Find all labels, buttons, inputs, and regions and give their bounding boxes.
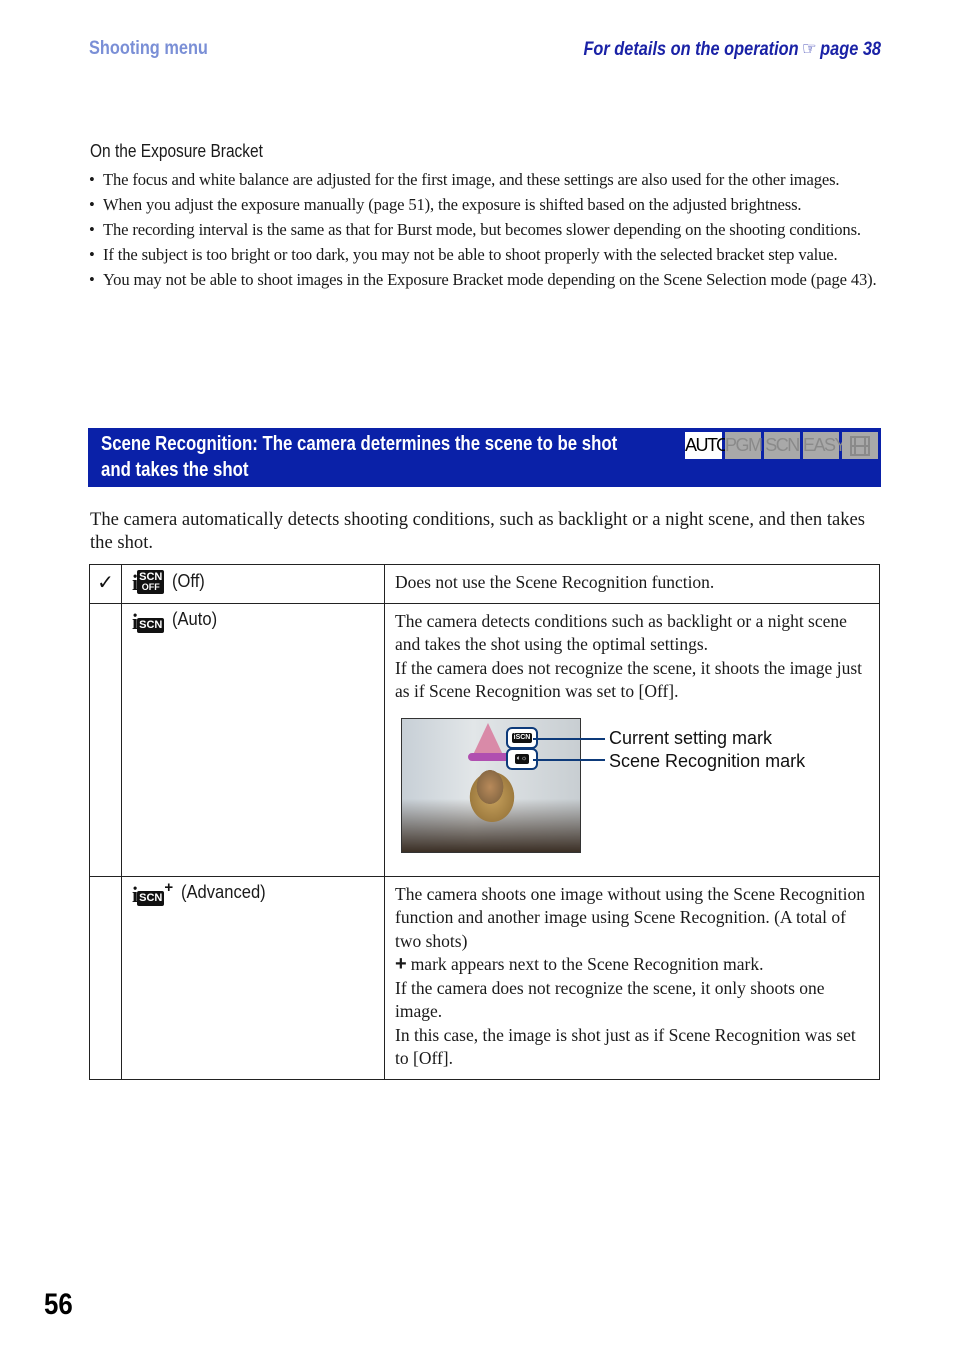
movie-icon	[842, 432, 878, 459]
iscn-auto-icon: i SCN	[132, 608, 165, 634]
callout-scene-recognition: Scene Recognition mark	[609, 750, 806, 771]
note-bullet: The recording interval is the same as th…	[89, 219, 884, 240]
mode-pgm: PGM	[725, 432, 763, 459]
description-line: The camera shoots one image without usin…	[395, 883, 865, 951]
mode-scn: SCN	[764, 432, 800, 459]
note-bullet-list: The focus and white balance are adjusted…	[89, 169, 884, 294]
description-line: The camera detects conditions such as ba…	[395, 610, 847, 655]
note-bullet: If the subject is too bright or too dark…	[89, 244, 884, 265]
option-description: The camera shoots one image without usin…	[384, 875, 880, 1080]
checkmark-icon: ✓	[97, 572, 114, 594]
banner-title: Scene Recognition: The camera determines…	[101, 431, 618, 483]
details-link[interactable]: For details on the operation ☞ page 38	[583, 38, 881, 61]
pointing-hand-icon: ☞	[802, 39, 817, 60]
callout-leader	[533, 737, 605, 740]
details-page: page 38	[820, 39, 881, 60]
page-number: 56	[44, 1288, 73, 1321]
callout-current-setting: Current setting mark	[609, 727, 773, 748]
option-cell: i SCN + (Advanced)	[121, 875, 385, 1080]
option-label: (Auto)	[172, 609, 218, 630]
option-description: The camera detects conditions such as ba…	[384, 602, 880, 877]
option-description: Does not use the Scene Recognition funct…	[384, 564, 880, 604]
options-table: ✓ i SCN OFF (Off) Does not use the Scene Re…	[89, 564, 880, 1080]
mode-easy: EASY	[803, 432, 847, 459]
description-line: + mark appears next to the Scene Recognit…	[395, 953, 764, 975]
note-bullet: You may not be able to shoot images in t…	[89, 269, 884, 290]
note-bullet: The focus and white balance are adjusted…	[89, 169, 884, 190]
plus-icon: +	[395, 953, 407, 975]
mode-auto: AUTO	[685, 432, 730, 459]
iscn-advanced-icon: i SCN +	[132, 878, 174, 907]
description-line: If the camera does not recognize the sce…	[395, 977, 825, 1022]
intro-paragraph: The camera automatically detects shootin…	[90, 509, 866, 553]
description-line: In this case, the image is shot just as …	[395, 1024, 856, 1069]
table-row: ✓ i SCN OFF (Off) Does not use the Scene Re…	[89, 564, 880, 604]
party-hat-rim	[468, 752, 510, 761]
note-bullet: When you adjust the exposure manually (p…	[89, 194, 884, 215]
iscn-off-icon: i SCN OFF	[132, 570, 165, 595]
callout-leader	[533, 758, 605, 761]
section-title: Shooting menu	[89, 38, 208, 59]
description-line: If the camera does not recognize the sce…	[395, 657, 862, 702]
screen-figure: iSCN ◐☼ Current setting mark Scene Recog…	[395, 717, 869, 868]
option-cell: i SCN OFF (Off)	[121, 564, 385, 604]
section-banner: Scene Recognition: The camera determines…	[88, 428, 881, 487]
table-row: i SCN + (Advanced) The camera shoots one im…	[89, 875, 880, 1080]
option-label: (Off)	[172, 570, 206, 591]
default-check-cell: ✓	[89, 564, 122, 604]
note-title: On the Exposure Bracket	[90, 141, 263, 161]
option-label: (Advanced)	[181, 882, 266, 903]
banner-title-line2: and takes the shot	[101, 459, 249, 481]
mode-indicators: AUTO PGM SCN EASY	[685, 432, 878, 459]
table-row: i SCN (Auto) The camera detects conditions…	[89, 602, 880, 877]
details-prefix: For details on the operation	[583, 39, 799, 60]
option-cell: i SCN (Auto)	[121, 602, 385, 877]
banner-title-line1: Scene Recognition: The camera determines…	[101, 433, 618, 455]
default-check-cell	[89, 875, 122, 1080]
party-hat	[472, 722, 504, 757]
default-check-cell	[89, 602, 122, 877]
